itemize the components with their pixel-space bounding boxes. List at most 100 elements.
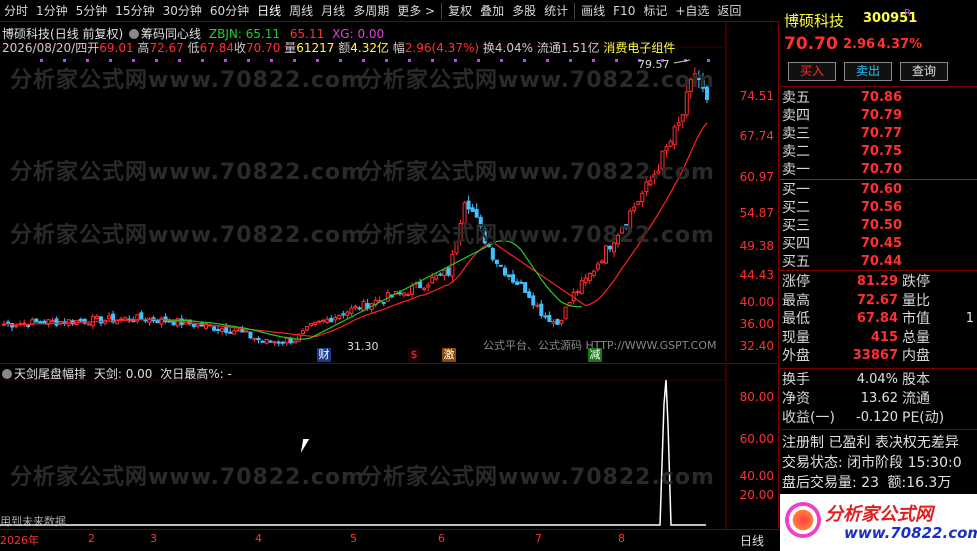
candle-body: [333, 317, 338, 321]
ask-row[interactable]: 卖一 70.70: [782, 161, 974, 179]
toolbar-item[interactable]: 统计: [540, 0, 572, 22]
sell-button[interactable]: 卖出: [844, 62, 892, 81]
candle-body: [216, 328, 221, 331]
quote-change: 2.96: [843, 37, 876, 52]
candle-body: [296, 334, 301, 342]
bid-row[interactable]: 买五 70.44: [782, 253, 974, 271]
time-tick: 8: [618, 532, 625, 545]
bar-date: 2026/08/20/四: [2, 41, 88, 55]
toolbar-item[interactable]: 复权: [444, 0, 476, 22]
sub-indicator-title[interactable]: 天剑尾盘幅排: [14, 367, 86, 381]
toolbar-item[interactable]: 更多 >: [393, 0, 439, 22]
ask-row[interactable]: 卖四 70.79: [782, 107, 974, 125]
row-price: 70.45: [860, 236, 902, 251]
toolbar-item[interactable]: 月线: [317, 0, 349, 22]
stat-label: 涨停: [782, 274, 810, 290]
candle-body: [430, 276, 435, 284]
candle-body: [220, 328, 225, 332]
row-label: 卖五: [782, 90, 810, 106]
marker-dollar[interactable]: $: [408, 348, 420, 362]
toolbar-item[interactable]: 多股: [508, 0, 540, 22]
candle-body: [317, 320, 322, 323]
max-price-label: 79.57: [638, 58, 670, 71]
stat-value: 415: [870, 329, 898, 345]
bid-row[interactable]: 买二 70.56: [782, 199, 974, 217]
candle-body: [94, 315, 99, 320]
ask-row[interactable]: 卖五 70.86: [782, 89, 974, 107]
candle-body: [284, 337, 289, 344]
toolbar-item[interactable]: 15分钟: [111, 0, 158, 22]
query-button[interactable]: 查询: [900, 62, 948, 81]
candle-body: [587, 272, 592, 282]
sub-tick: 20.00: [739, 488, 774, 502]
bid-row[interactable]: 买一 70.60: [782, 181, 974, 199]
sub-next-value: 次日最高%: -: [160, 367, 232, 381]
candle-body: [442, 269, 447, 277]
candle-body: [228, 331, 233, 334]
toolbar-item[interactable]: 60分钟: [206, 0, 253, 22]
stat-row: 现量 415 总量: [782, 329, 974, 347]
toolbar-item[interactable]: 周线: [285, 0, 317, 22]
bid-row[interactable]: 买三 70.50: [782, 217, 974, 235]
candle-body: [244, 330, 249, 333]
toolbar-item[interactable]: 多周期: [349, 0, 393, 22]
stat-label: 最低: [782, 311, 810, 327]
sub-tick: 40.00: [739, 469, 774, 483]
stat2-label-2: PE(动): [902, 410, 945, 426]
candle-body: [547, 314, 552, 323]
candle-body: [551, 320, 556, 324]
marker-finance[interactable]: 财: [317, 348, 331, 362]
row-label: 买四: [782, 236, 810, 252]
candle-body: [107, 315, 112, 320]
close-value: 70.70: [246, 41, 281, 55]
buy-button[interactable]: 买入: [788, 62, 836, 81]
sub-toggle-icon[interactable]: [2, 369, 12, 379]
time-axis-mode[interactable]: 日线: [740, 532, 764, 549]
amt-label: 额: [338, 41, 351, 55]
toolbar-item[interactable]: 分时: [0, 0, 32, 22]
listing-notice: 注册制 已盈利 表决权无差异: [782, 435, 959, 451]
sub-indicator-chart[interactable]: 天剑尾盘幅排 天剑: 0.00 次日最高%: - 分析家公式网www.70822…: [0, 363, 779, 530]
stat-label-2: 总量: [902, 329, 930, 346]
quote-panel: 博硕科技 300951 R 70.70 2.96 4.37% 买入 卖出 查询 …: [780, 0, 977, 551]
candle-body: [591, 270, 596, 276]
toolbar-item[interactable]: 返回: [713, 0, 745, 22]
ask-row[interactable]: 卖二 70.75: [782, 143, 974, 161]
toolbar-item[interactable]: F10: [609, 0, 639, 22]
marker-reduce[interactable]: 减: [588, 348, 602, 362]
toolbar-item[interactable]: 日线: [253, 0, 285, 22]
kline-chart[interactable]: 博硕科技(日线 前复权) 筹码同心线 ZBJN: 65.11 65.11 XG:…: [0, 22, 779, 362]
toolbar-item[interactable]: 叠加: [476, 0, 508, 22]
indicator-toggle-icon[interactable]: [129, 29, 140, 39]
price-tick: 54.87: [739, 206, 774, 220]
candle-body: [248, 331, 253, 339]
candle-body: [123, 317, 128, 321]
watermark-1: 分析家公式网www.70822.com: [10, 68, 365, 93]
logo-icon: [785, 502, 821, 538]
toolbar-item[interactable]: +自选: [671, 0, 713, 22]
toolbar-item[interactable]: 画线: [577, 0, 609, 22]
chg-value: 2.96(4.37%): [404, 41, 480, 55]
candle-body: [236, 329, 241, 332]
candle-body: [466, 200, 471, 210]
row-price: 70.79: [860, 108, 902, 123]
candle-body: [98, 316, 103, 324]
ask-row[interactable]: 卖三 70.77: [782, 125, 974, 143]
candle-body: [252, 338, 257, 341]
trade-status-row: 交易状态: 闭市阶段 15:30:0: [782, 452, 962, 472]
watermark-3: 分析家公式网www.70822.com: [10, 160, 365, 185]
toolbar-item[interactable]: 标记: [639, 0, 671, 22]
sector-label[interactable]: 消费电子组件: [603, 41, 675, 55]
candle-body: [640, 192, 645, 203]
candle-body: [325, 318, 330, 323]
chg-label: 幅: [392, 41, 405, 55]
candle-body: [309, 323, 314, 326]
toolbar-item[interactable]: 30分钟: [159, 0, 206, 22]
toolbar-item[interactable]: 5分钟: [72, 0, 112, 22]
candle-body: [494, 259, 499, 265]
stat-label-2: 内盘: [902, 348, 930, 364]
marker-incentive[interactable]: 激: [442, 348, 456, 362]
bid-row[interactable]: 买四 70.45: [782, 235, 974, 253]
row-price: 70.70: [860, 162, 902, 177]
toolbar-item[interactable]: 1分钟: [32, 0, 72, 22]
